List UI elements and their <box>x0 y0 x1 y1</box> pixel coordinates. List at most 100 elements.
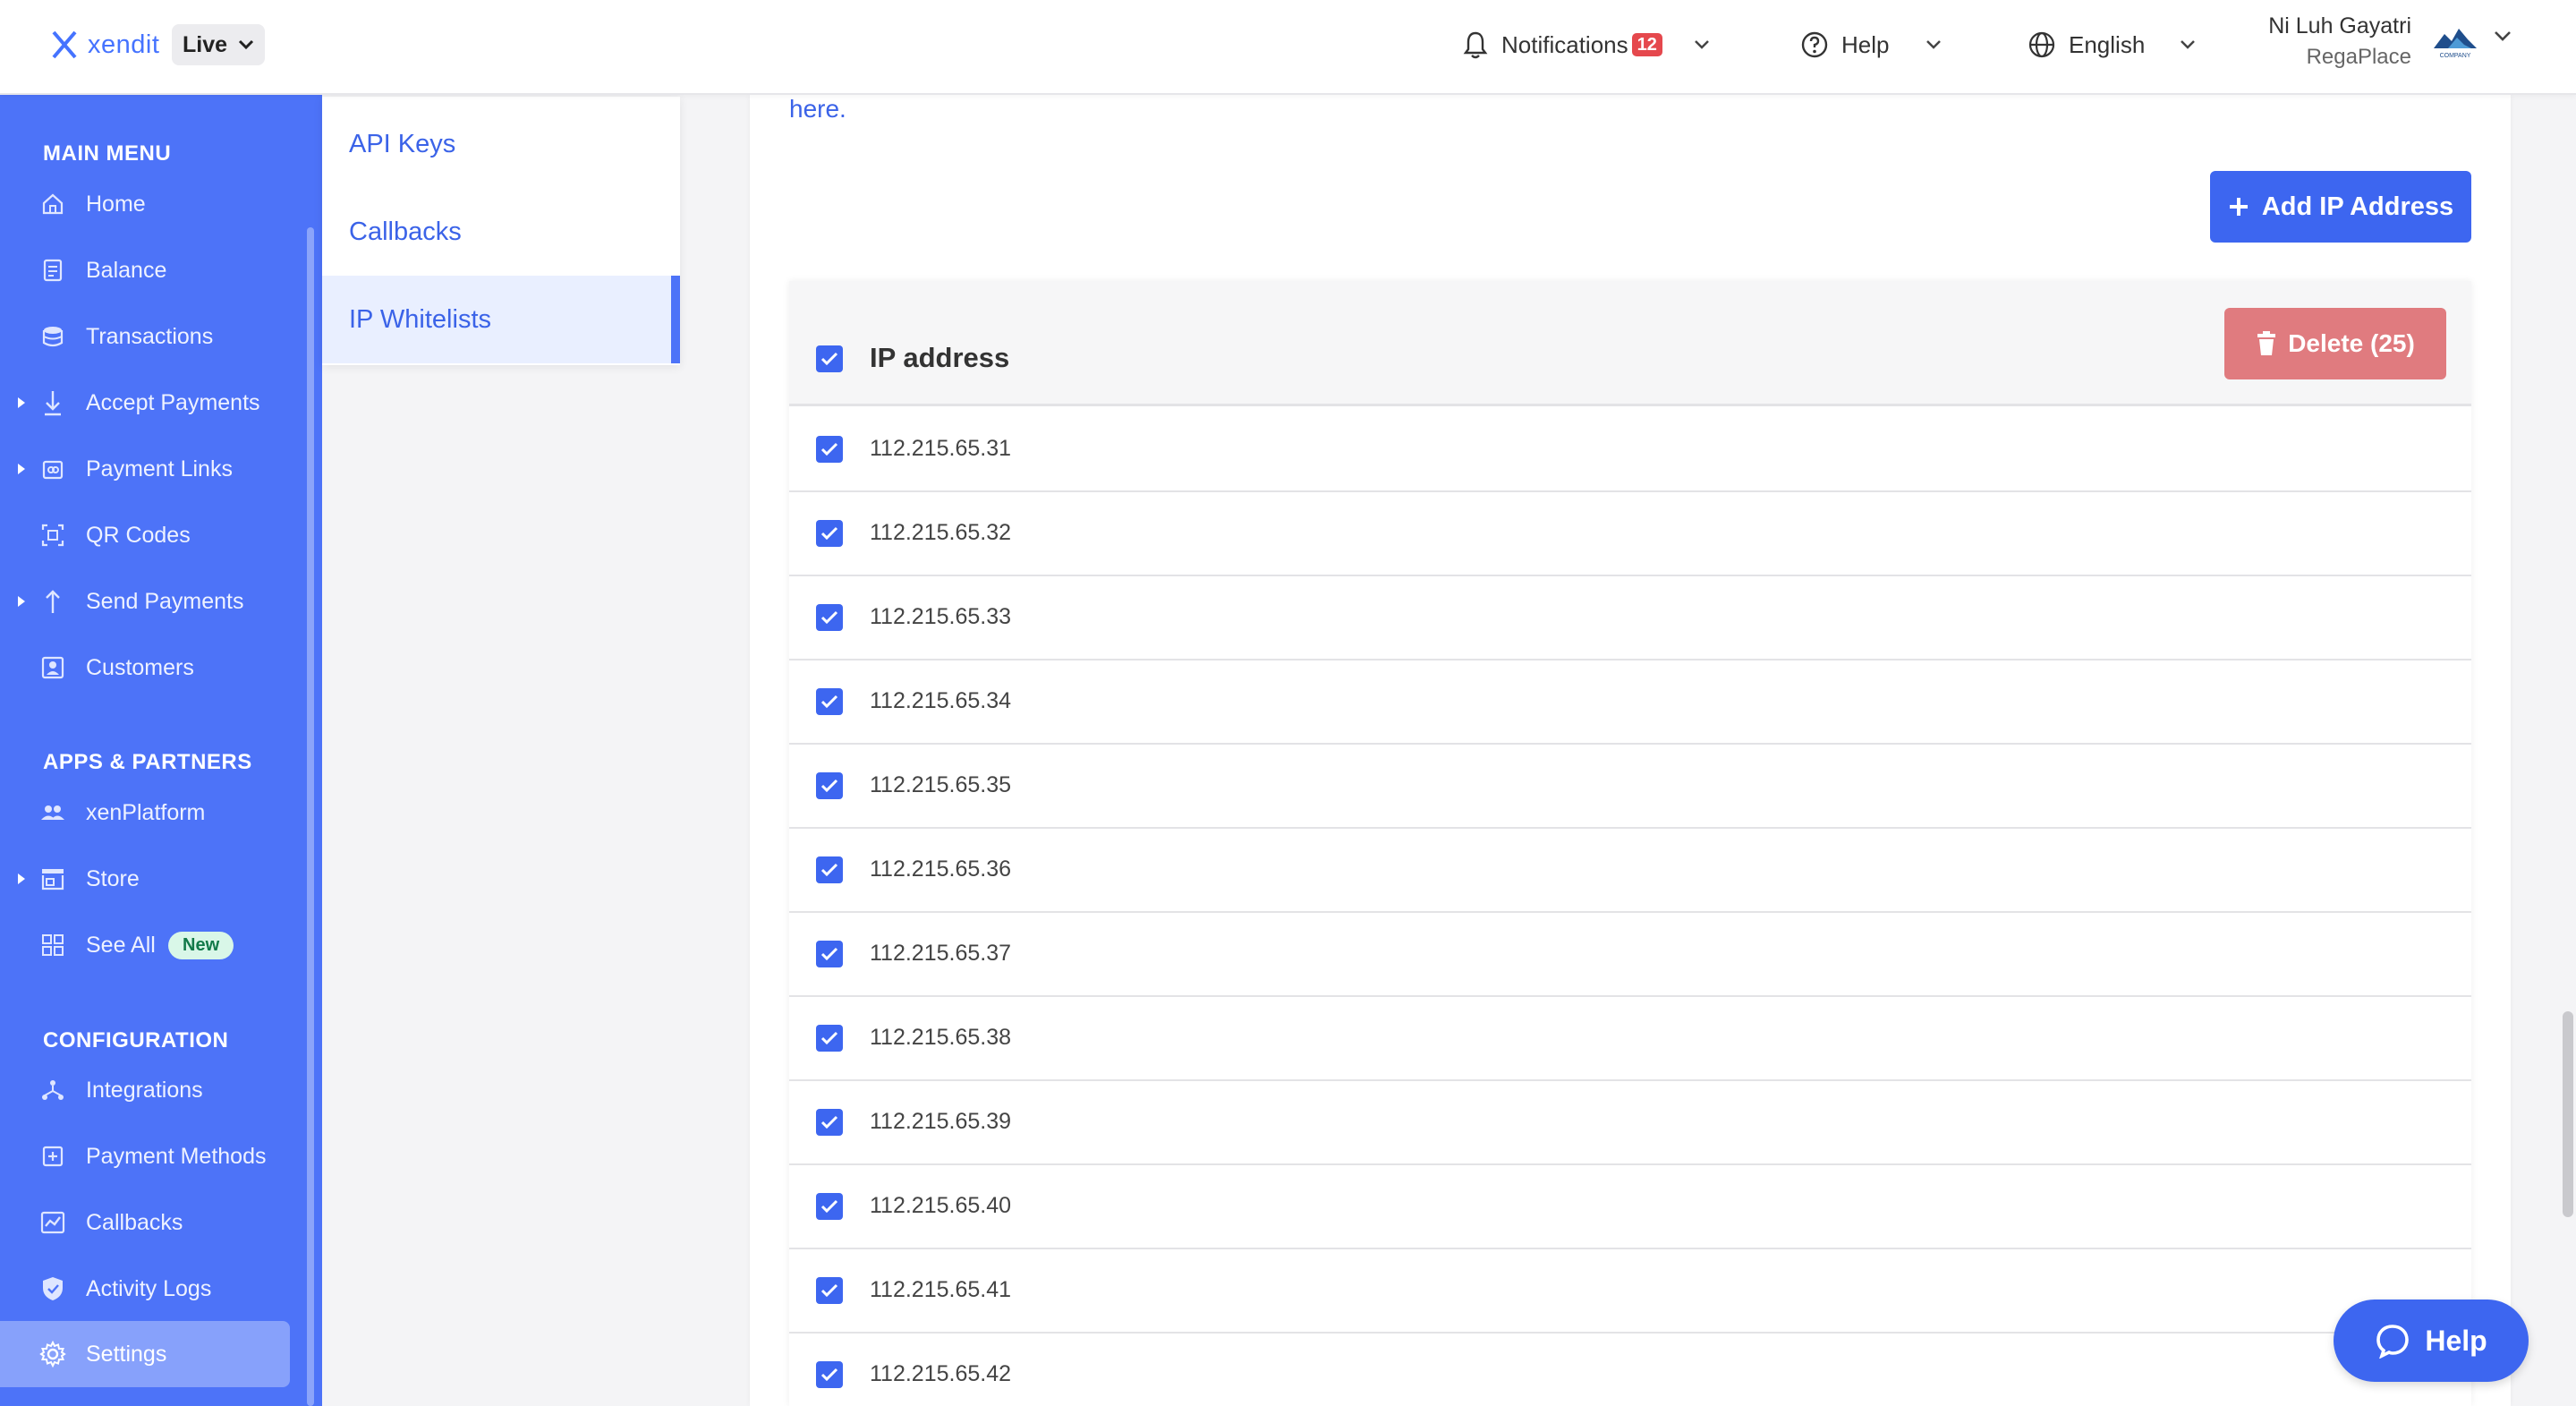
table-header: IP address Delete (25) <box>789 281 2471 406</box>
sidebar-item-transactions[interactable]: Transactions <box>0 310 304 363</box>
table-row[interactable]: 112.215.65.37 <box>789 913 2471 997</box>
row-checkbox[interactable] <box>816 1193 843 1220</box>
sidebar-item-see-all[interactable]: See All New <box>0 918 304 972</box>
table-row[interactable]: 112.215.65.33 <box>789 576 2471 660</box>
row-checkbox[interactable] <box>816 1109 843 1136</box>
submenu-item-api-keys[interactable]: API Keys <box>322 100 680 188</box>
sidebar-item-store[interactable]: Store <box>0 852 304 906</box>
table-row[interactable]: 112.215.65.39 <box>789 1081 2471 1165</box>
row-checkbox[interactable] <box>816 436 843 463</box>
row-checkbox[interactable] <box>816 1277 843 1304</box>
sidebar-item-send-payments[interactable]: Send Payments <box>0 575 304 628</box>
add-ip-address-button[interactable]: Add IP Address <box>2210 171 2471 243</box>
ip-address-table: IP address Delete (25) 112.215.65.31 112… <box>789 281 2471 1406</box>
sidebar-item-integrations[interactable]: Integrations <box>0 1063 304 1117</box>
sidebar-item-customers[interactable]: Customers <box>0 641 304 694</box>
expand-arrow-icon[interactable] <box>18 464 25 474</box>
row-checkbox[interactable] <box>816 604 843 631</box>
home-icon <box>38 189 68 219</box>
sidebar-item-accept-payments[interactable]: Accept Payments <box>0 376 304 430</box>
grid-icon <box>38 930 68 960</box>
submenu-item-ip-whitelists[interactable]: IP Whitelists <box>322 276 680 363</box>
ip-address-value: 112.215.65.36 <box>870 856 1012 882</box>
table-row[interactable]: 112.215.65.38 <box>789 997 2471 1081</box>
checkmark-icon <box>820 1199 838 1214</box>
ip-whitelist-card: here. Add IP Address IP address Delete (… <box>750 95 2511 1406</box>
notifications-label: Notifications <box>1501 30 1628 58</box>
plus-icon <box>2229 198 2248 216</box>
qr-code-icon <box>38 520 68 550</box>
checkmark-icon <box>820 863 838 877</box>
delete-button[interactable]: Delete (25) <box>2224 308 2446 379</box>
table-row[interactable]: 112.215.65.40 <box>789 1165 2471 1249</box>
sidebar-item-qr-codes[interactable]: QR Codes <box>0 508 304 562</box>
table-row[interactable]: 112.215.65.42 <box>789 1334 2471 1406</box>
sidebar-item-label: See All <box>86 932 156 958</box>
ip-address-value: 112.215.65.35 <box>870 772 1012 797</box>
sidebar-item-label: Send Payments <box>86 588 244 614</box>
transactions-icon <box>38 321 68 352</box>
sidebar: MAIN MENU Home Balance Transactions Acce… <box>0 95 322 1406</box>
page-scrollbar[interactable] <box>2563 1011 2573 1217</box>
table-row[interactable]: 112.215.65.34 <box>789 660 2471 745</box>
balance-icon <box>38 255 68 285</box>
environment-select[interactable]: Live <box>172 24 265 65</box>
select-all-checkbox[interactable] <box>816 345 843 372</box>
row-checkbox[interactable] <box>816 856 843 883</box>
row-checkbox[interactable] <box>816 520 843 547</box>
expand-arrow-icon[interactable] <box>18 873 25 884</box>
sidebar-scrollbar[interactable] <box>307 227 314 1406</box>
chevron-down-icon <box>238 39 254 50</box>
row-checkbox[interactable] <box>816 941 843 967</box>
settings-submenu: API Keys Callbacks IP Whitelists <box>322 97 680 365</box>
sidebar-item-payment-methods[interactable]: Payment Methods <box>0 1129 304 1183</box>
customers-icon <box>38 652 68 683</box>
expand-arrow-icon[interactable] <box>18 397 25 408</box>
table-row[interactable]: 112.215.65.35 <box>789 745 2471 829</box>
checkmark-icon <box>820 1115 838 1129</box>
chevron-down-icon[interactable] <box>2493 30 2512 43</box>
language-menu[interactable]: English <box>2028 27 2197 63</box>
table-row[interactable]: 112.215.65.31 <box>789 408 2471 492</box>
notifications-menu[interactable]: Notifications 12 <box>1462 27 1711 63</box>
help-chat-button[interactable]: Help <box>2334 1299 2529 1382</box>
expand-arrow-icon[interactable] <box>18 596 25 607</box>
ip-address-value: 112.215.65.39 <box>870 1109 1012 1134</box>
row-checkbox[interactable] <box>816 688 843 715</box>
user-menu[interactable]: Ni Luh Gayatri RegaPlace <box>2255 11 2411 73</box>
sidebar-item-xenplatform[interactable]: xenPlatform <box>0 786 304 839</box>
table-row[interactable]: 112.215.65.36 <box>789 829 2471 913</box>
sidebar-item-activity-logs[interactable]: Activity Logs <box>0 1262 304 1316</box>
sidebar-item-settings[interactable]: Settings <box>0 1321 290 1387</box>
row-checkbox[interactable] <box>816 1025 843 1052</box>
table-row[interactable]: 112.215.65.32 <box>789 492 2471 576</box>
payment-methods-icon <box>38 1141 68 1172</box>
user-name: Ni Luh Gayatri <box>2268 13 2411 38</box>
store-icon <box>38 864 68 894</box>
company-logo-text: COMPANY <box>2440 53 2471 59</box>
ip-address-value: 112.215.65.32 <box>870 520 1012 545</box>
ip-address-value: 112.215.65.33 <box>870 604 1012 629</box>
help-menu[interactable]: Help <box>1800 27 1943 63</box>
submenu-item-callbacks[interactable]: Callbacks <box>322 188 680 276</box>
here-link[interactable]: here. <box>789 95 846 124</box>
sidebar-item-balance[interactable]: Balance <box>0 243 304 297</box>
sidebar-item-label: Activity Logs <box>86 1275 212 1301</box>
table-row[interactable]: 112.215.65.41 <box>789 1249 2471 1334</box>
row-checkbox[interactable] <box>816 1361 843 1388</box>
xendit-logo[interactable]: xendit <box>48 27 159 63</box>
xenplatform-icon <box>38 797 68 828</box>
sidebar-item-callbacks[interactable]: Callbacks <box>0 1196 304 1249</box>
checkmark-icon <box>820 947 838 961</box>
row-checkbox[interactable] <box>816 772 843 799</box>
callbacks-icon <box>38 1207 68 1238</box>
sidebar-item-label: xenPlatform <box>86 799 206 825</box>
ip-address-value: 112.215.65.34 <box>870 688 1012 713</box>
sidebar-item-home[interactable]: Home <box>0 177 304 231</box>
sidebar-item-label: Home <box>86 191 146 217</box>
payment-links-icon <box>38 454 68 484</box>
company-logo-icon: COMPANY <box>2434 29 2477 59</box>
checkmark-icon <box>820 694 838 709</box>
sidebar-item-payment-links[interactable]: Payment Links <box>0 442 304 496</box>
sidebar-item-label: Settings <box>86 1341 167 1367</box>
